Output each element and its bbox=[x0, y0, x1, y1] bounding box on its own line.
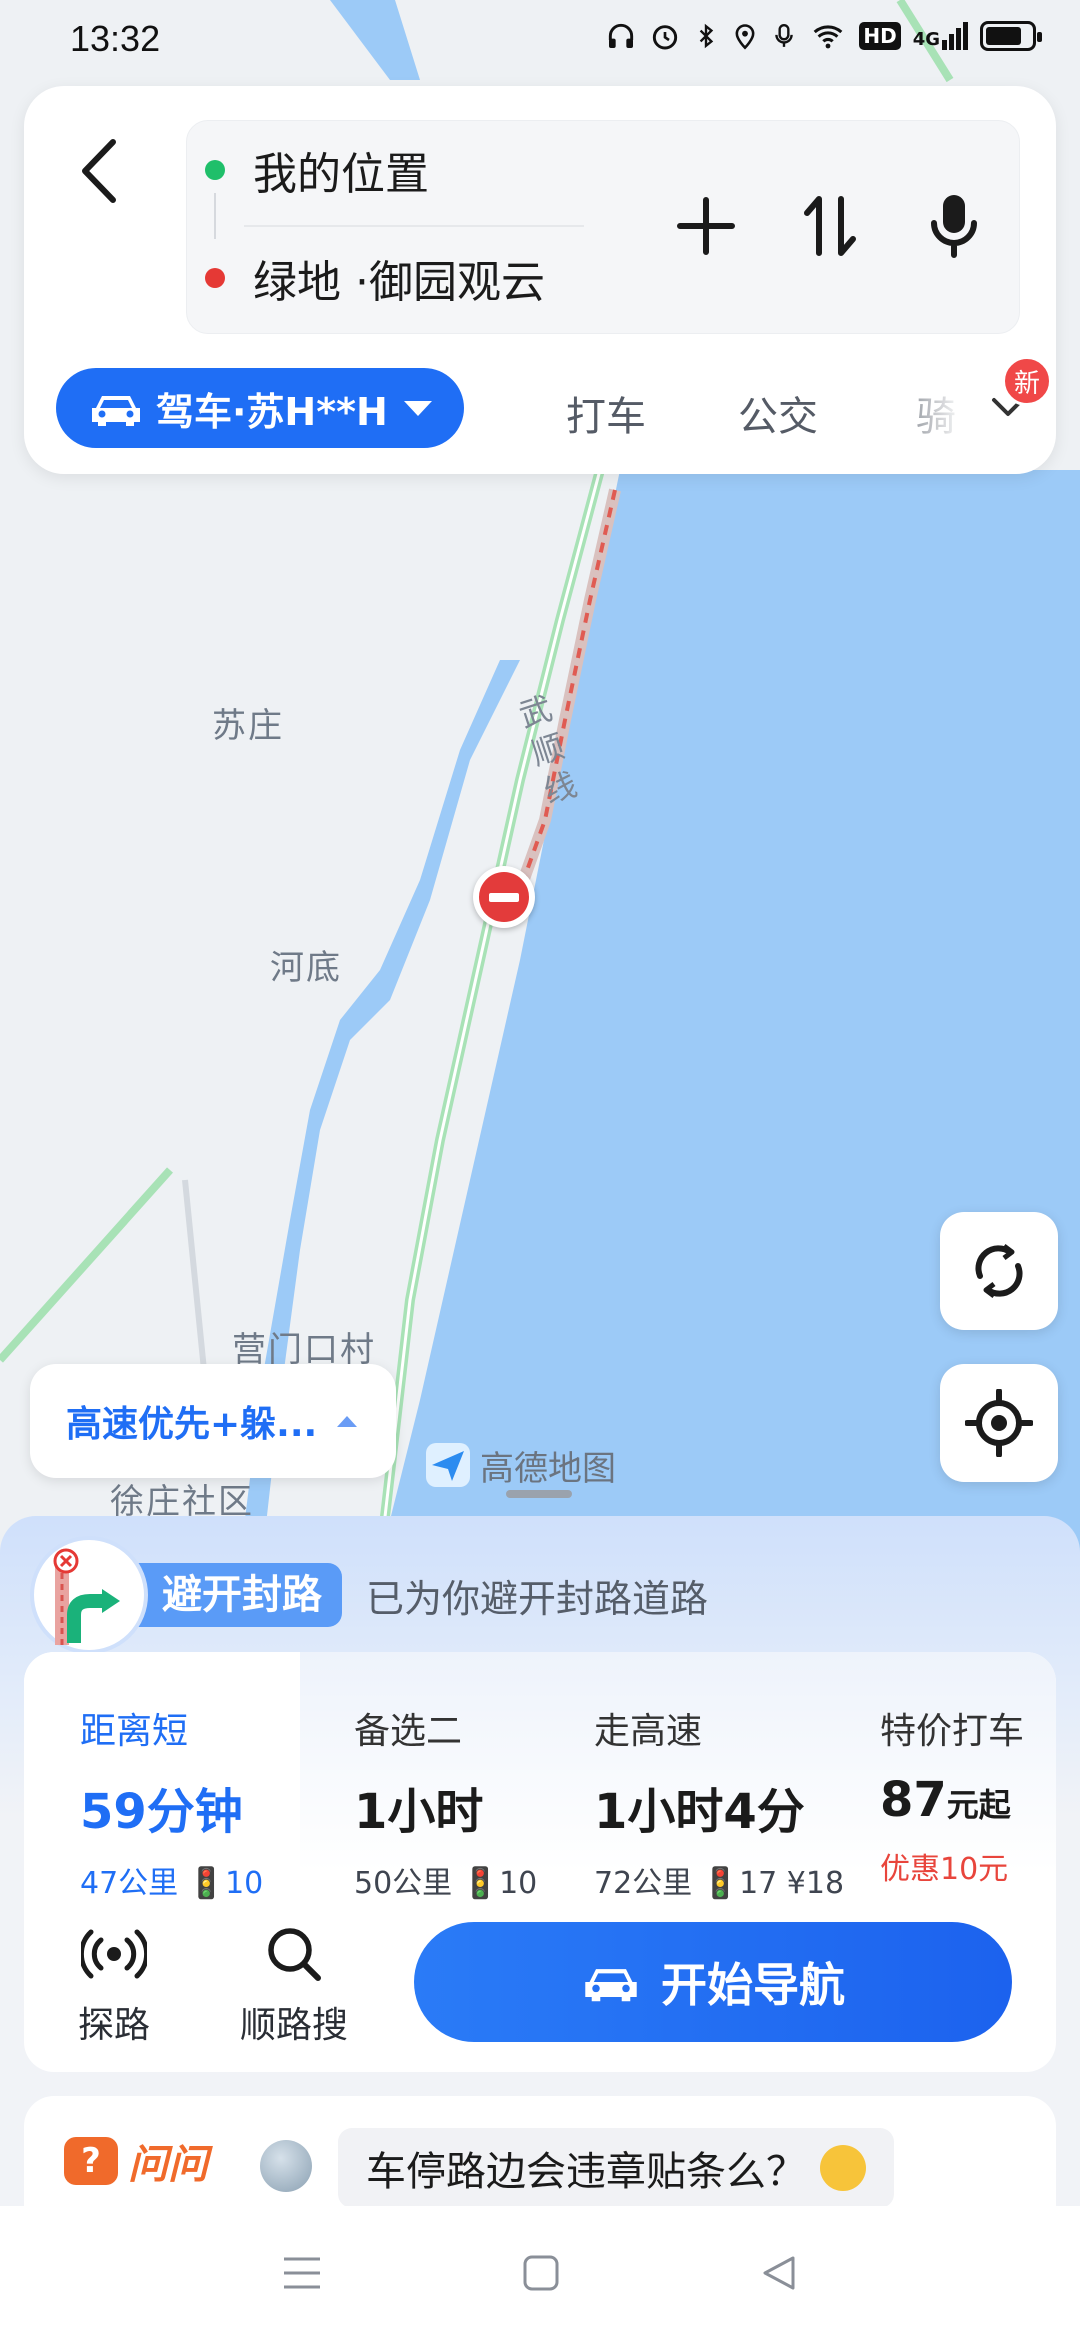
tab-drive[interactable]: 驾车·苏H**H bbox=[56, 368, 464, 448]
avoid-closure-banner[interactable]: 避开封路 已为你避开封路道路 bbox=[30, 1536, 708, 1654]
origin-dot-icon bbox=[205, 160, 225, 180]
origin-row[interactable]: 我的位置 bbox=[205, 145, 429, 200]
wifi-icon bbox=[813, 25, 843, 49]
start-navigation-label: 开始导航 bbox=[661, 1958, 845, 2012]
search-along-route-label: 顺路搜 bbox=[239, 2005, 348, 2046]
avatar bbox=[260, 2140, 312, 2192]
route-option-duration: 1小时 bbox=[354, 1784, 484, 1840]
refresh-route-button[interactable] bbox=[940, 1212, 1058, 1330]
map-label-hedi: 河底 bbox=[270, 948, 342, 988]
car-icon bbox=[585, 1969, 637, 2002]
route-option-name: 距离短 bbox=[80, 1711, 189, 1752]
back-button[interactable] bbox=[64, 126, 134, 216]
thinking-emoji-icon bbox=[820, 2145, 866, 2191]
route-option-duration: 59分钟 bbox=[80, 1784, 243, 1840]
alarm-icon bbox=[653, 25, 678, 50]
route-option-name: 特价打车 bbox=[880, 1711, 1025, 1752]
taxi-price-value: 87 bbox=[880, 1772, 947, 1828]
route-option-duration: 1小时4分 bbox=[594, 1784, 805, 1840]
route-actions bbox=[673, 181, 987, 271]
route-preference-label: 高速优先+躲... bbox=[66, 1404, 318, 1445]
question-bubble-icon: ? bbox=[64, 2137, 118, 2185]
route-input-box: 我的位置 绿地 ·御园观云 bbox=[186, 120, 1020, 334]
qa-brand-label: 问问 bbox=[128, 2142, 208, 2188]
refresh-icon bbox=[975, 1244, 1023, 1298]
system-navigation-bar bbox=[0, 2206, 1080, 2340]
back-arrow-icon bbox=[82, 139, 116, 203]
taxi-price-unit: 元起 bbox=[946, 1786, 1011, 1824]
crosshair-icon bbox=[965, 1389, 1033, 1457]
broadcast-icon bbox=[81, 1929, 147, 1979]
destination-dot-icon bbox=[205, 268, 225, 288]
destination-row[interactable]: 绿地 ·御园观云 bbox=[205, 253, 545, 308]
map-brand-logo: 高德地图 bbox=[424, 1440, 616, 1490]
battery-icon bbox=[980, 21, 1042, 51]
status-icons: HD 4G bbox=[605, 20, 1042, 52]
more-modes-button[interactable]: 新 bbox=[978, 356, 1052, 438]
road-closed-icon[interactable] bbox=[473, 866, 535, 928]
car-icon bbox=[92, 396, 140, 426]
route-preference-button[interactable]: 高速优先+躲... bbox=[30, 1364, 396, 1478]
swap-icon bbox=[804, 196, 856, 256]
taxi-promo: 优惠10元 bbox=[880, 1852, 1009, 1887]
route-option-meta: 50公里 🚦10 bbox=[354, 1866, 538, 1901]
locate-me-button[interactable] bbox=[940, 1364, 1058, 1482]
home-icon[interactable] bbox=[522, 2254, 560, 2292]
plus-icon bbox=[677, 197, 735, 255]
voice-input-button[interactable] bbox=[921, 181, 987, 271]
tabs-fade bbox=[876, 368, 986, 448]
bluetooth-icon bbox=[700, 23, 714, 49]
route-option-meta: 72公里 🚦17 ¥18 bbox=[594, 1866, 845, 1901]
sheet-drag-handle[interactable] bbox=[506, 1490, 572, 1498]
route-search-card: 我的位置 绿地 ·御园观云 驾车·苏H**H 打车 公交 骑 bbox=[24, 86, 1056, 474]
qa-brand: ? 问问 bbox=[64, 2132, 208, 2190]
hd-icon: HD bbox=[859, 22, 901, 50]
route-option-highway[interactable]: 走高速 1小时4分 72公里 🚦17 ¥18 bbox=[594, 1652, 844, 1901]
route-option-taxi-deal[interactable]: 特价打车 87元起 优惠10元 bbox=[880, 1652, 1025, 1887]
explore-road-button[interactable]: 探路 bbox=[54, 1922, 174, 2048]
back-icon[interactable] bbox=[760, 2254, 798, 2292]
avoid-closure-message: 已为你避开封路道路 bbox=[366, 1576, 709, 1621]
map-label-suzhuang: 苏庄 bbox=[212, 706, 284, 746]
tab-drive-label: 驾车·苏H**H bbox=[156, 389, 388, 434]
location-icon bbox=[735, 24, 755, 50]
signal-4g-icon: 4G bbox=[913, 22, 968, 50]
travel-mode-tabs: 驾车·苏H**H 打车 公交 骑 新 bbox=[56, 356, 1052, 448]
amap-logo-icon bbox=[426, 1443, 470, 1487]
chevron-down-icon bbox=[403, 400, 432, 416]
microphone-icon bbox=[931, 195, 977, 258]
route-options-card: 距离短 59分钟 47公里 🚦10 备选二 1小时 50公里 🚦10 走高速 1… bbox=[24, 1652, 1056, 2072]
route-connector-line bbox=[214, 193, 216, 239]
start-navigation-button[interactable]: 开始导航 bbox=[414, 1922, 1012, 2042]
chevron-up-icon bbox=[337, 1415, 358, 1427]
swap-route-button[interactable] bbox=[797, 181, 863, 271]
tab-bus[interactable]: 公交 bbox=[738, 384, 818, 442]
route-divider bbox=[244, 225, 584, 227]
qa-question-text: 车停路边会违章贴条么？ bbox=[366, 2149, 806, 2195]
search-icon bbox=[268, 1928, 321, 1981]
new-badge: 新 bbox=[1002, 356, 1052, 406]
destination-text: 绿地 ·御园观云 bbox=[253, 257, 545, 308]
qa-question-bubble[interactable]: 车停路边会违章贴条么？ bbox=[338, 2128, 894, 2208]
status-bar: 13:32 HD 4G bbox=[0, 0, 1080, 80]
route-option-meta: 47公里 🚦10 bbox=[80, 1866, 264, 1901]
headphones-icon bbox=[609, 23, 634, 48]
route-option-alt2[interactable]: 备选二 1小时 50公里 🚦10 bbox=[354, 1652, 537, 1901]
avoid-closure-icon bbox=[30, 1536, 148, 1654]
avoid-closure-tag: 避开封路 bbox=[124, 1563, 342, 1627]
taxi-price: 87元起 bbox=[880, 1772, 1024, 1828]
origin-text: 我的位置 bbox=[253, 149, 429, 200]
status-time: 13:32 bbox=[70, 18, 161, 59]
route-option-name: 走高速 bbox=[594, 1711, 703, 1752]
mic-icon bbox=[775, 23, 794, 47]
tab-taxi[interactable]: 打车 bbox=[566, 384, 646, 442]
route-option-name: 备选二 bbox=[354, 1711, 463, 1752]
search-along-route-button[interactable]: 顺路搜 bbox=[234, 1922, 354, 2048]
add-waypoint-button[interactable] bbox=[673, 181, 739, 271]
route-option-shortest[interactable]: 距离短 59分钟 47公里 🚦10 bbox=[24, 1652, 300, 1901]
menu-icon[interactable] bbox=[282, 2255, 322, 2291]
map-brand-text: 高德地图 bbox=[480, 1448, 616, 1489]
explore-road-label: 探路 bbox=[77, 2005, 150, 2046]
network-type-label: 4G bbox=[912, 29, 940, 50]
